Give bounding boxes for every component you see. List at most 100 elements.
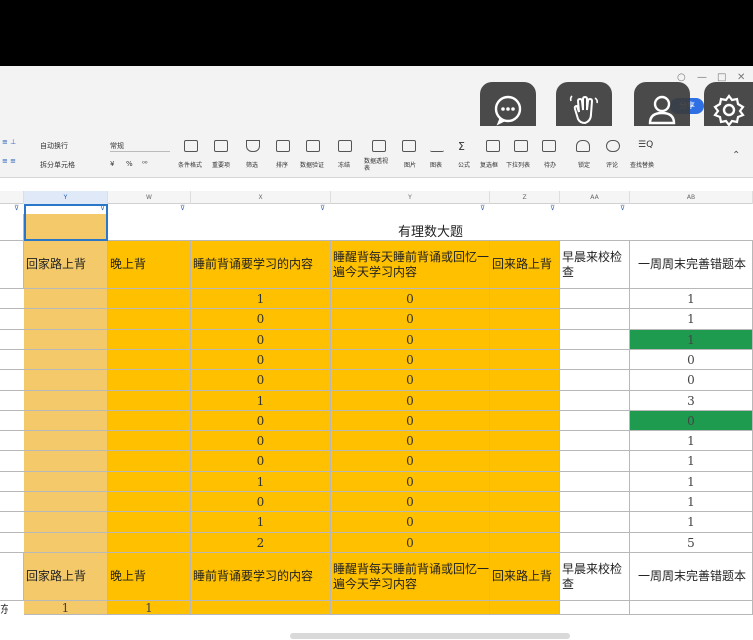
- column-header[interactable]: X: [191, 191, 331, 204]
- sleep-before-cell[interactable]: 1: [191, 289, 331, 309]
- grid-cell[interactable]: 1: [24, 601, 108, 615]
- grid-cell[interactable]: [108, 330, 191, 350]
- wake-review-cell[interactable]: 0: [331, 472, 490, 492]
- filter-icon[interactable]: ⊽: [620, 204, 625, 212]
- grid-cell[interactable]: [560, 533, 630, 553]
- horizontal-scrollbar[interactable]: [290, 633, 570, 639]
- weekly-cell[interactable]: 1: [630, 472, 753, 492]
- column-header[interactable]: Y: [24, 191, 108, 204]
- weekly-cell[interactable]: 0: [630, 350, 753, 370]
- freeze-icon[interactable]: [338, 140, 352, 152]
- grid-cell[interactable]: [24, 330, 108, 350]
- weekly-cell[interactable]: 1: [630, 309, 753, 330]
- sort-icon[interactable]: [276, 140, 290, 152]
- grid-cell[interactable]: [0, 512, 24, 533]
- grid-cell[interactable]: [0, 309, 24, 330]
- weekly-cell[interactable]: 0: [630, 370, 753, 391]
- grid-cell[interactable]: [24, 350, 108, 370]
- column-heading[interactable]: 晚上背: [108, 241, 191, 289]
- grid-cell[interactable]: [24, 533, 108, 553]
- filter-icon[interactable]: ⊽: [14, 204, 19, 212]
- percent-button[interactable]: %: [126, 160, 133, 168]
- grid-cell[interactable]: [490, 601, 560, 615]
- todo-icon[interactable]: [542, 140, 556, 152]
- grid-cell[interactable]: [490, 492, 560, 512]
- conditional-format-icon[interactable]: [184, 140, 198, 152]
- grid-cell[interactable]: [560, 492, 630, 512]
- column-heading[interactable]: 晚上背: [108, 553, 191, 601]
- wake-review-cell[interactable]: 0: [331, 411, 490, 431]
- weekly-cell[interactable]: 1: [630, 431, 753, 451]
- column-header[interactable]: AB: [630, 191, 753, 204]
- grid-cell[interactable]: [0, 411, 24, 431]
- wake-review-cell[interactable]: 0: [331, 330, 490, 350]
- grid-cell[interactable]: [0, 492, 24, 512]
- sleep-before-cell[interactable]: 0: [191, 330, 331, 350]
- grid-cell[interactable]: [490, 472, 560, 492]
- grid-cell[interactable]: [560, 411, 630, 431]
- wake-review-cell[interactable]: 0: [331, 451, 490, 472]
- grid-cell[interactable]: [0, 370, 24, 391]
- grid-cell[interactable]: [108, 492, 191, 512]
- grid-cell[interactable]: [560, 512, 630, 533]
- sleep-before-cell[interactable]: 0: [191, 411, 331, 431]
- column-heading[interactable]: 回家路上背: [24, 241, 108, 289]
- sleep-before-cell[interactable]: 0: [191, 309, 331, 330]
- grid-cell[interactable]: [490, 451, 560, 472]
- filter-icon[interactable]: ⊽: [320, 204, 325, 212]
- column-header[interactable]: AA: [560, 191, 630, 204]
- comment-icon[interactable]: [606, 140, 620, 152]
- grid-cell[interactable]: [331, 601, 490, 615]
- sleep-before-cell[interactable]: 1: [191, 472, 331, 492]
- sleep-before-cell[interactable]: 0: [191, 350, 331, 370]
- wake-review-cell[interactable]: 0: [331, 309, 490, 330]
- weekly-cell[interactable]: 5: [630, 533, 753, 553]
- grid-cell[interactable]: [24, 492, 108, 512]
- wake-review-cell[interactable]: 0: [331, 350, 490, 370]
- restore-icon[interactable]: —: [697, 72, 707, 83]
- grid-cell[interactable]: [490, 533, 560, 553]
- column-heading[interactable]: 睡醒背每天睡前背诵或回忆一遍今天学习内容: [331, 241, 490, 289]
- grid-cell[interactable]: [0, 330, 24, 350]
- grid-cell[interactable]: [490, 350, 560, 370]
- column-heading[interactable]: 早晨来校检查: [560, 241, 630, 289]
- filter-icon[interactable]: ⊽: [180, 204, 185, 212]
- grid-cell[interactable]: [108, 472, 191, 492]
- column-header[interactable]: W: [108, 191, 191, 204]
- number-format-select[interactable]: 常规: [110, 141, 170, 152]
- grid-cell[interactable]: 1: [108, 601, 191, 615]
- grid-cell[interactable]: [490, 370, 560, 391]
- sleep-before-cell[interactable]: 0: [191, 492, 331, 512]
- sleep-before-cell[interactable]: 0: [191, 431, 331, 451]
- grid-cell[interactable]: [24, 370, 108, 391]
- grid-cell[interactable]: [0, 391, 24, 411]
- align-left-icon[interactable]: ≡ ⊥: [2, 138, 16, 146]
- grid-cell[interactable]: [560, 289, 630, 309]
- grid-cell[interactable]: [560, 601, 630, 615]
- column-heading[interactable]: 睡前背诵要学习的内容: [191, 553, 331, 601]
- checkbox-icon[interactable]: [486, 140, 500, 152]
- grid-cell[interactable]: [24, 431, 108, 451]
- grid-cell[interactable]: [490, 330, 560, 350]
- sum-icon[interactable]: Σ: [458, 140, 465, 153]
- grid-cell[interactable]: [108, 411, 191, 431]
- grid-cell[interactable]: [490, 512, 560, 533]
- sleep-before-cell[interactable]: 0: [191, 451, 331, 472]
- column-heading[interactable]: 一周周末完善错题本: [630, 241, 753, 289]
- grid-cell[interactable]: [0, 533, 24, 553]
- grid-cell[interactable]: [24, 289, 108, 309]
- weekly-cell[interactable]: 0: [630, 411, 753, 431]
- grid-cell[interactable]: [108, 533, 191, 553]
- weekly-cell[interactable]: 1: [630, 492, 753, 512]
- weekly-cell[interactable]: 1: [630, 330, 753, 350]
- grid-cell[interactable]: [560, 309, 630, 330]
- chart-icon[interactable]: [430, 140, 444, 152]
- grid-cell[interactable]: [560, 391, 630, 411]
- column-heading[interactable]: 早晨来校检查: [560, 553, 630, 601]
- image-icon[interactable]: [402, 140, 416, 152]
- grid-cell[interactable]: [560, 431, 630, 451]
- weekly-cell[interactable]: 1: [630, 289, 753, 309]
- grid-cell[interactable]: [560, 370, 630, 391]
- grid-cell[interactable]: [630, 601, 753, 615]
- column-heading[interactable]: 回来路上背: [490, 241, 560, 289]
